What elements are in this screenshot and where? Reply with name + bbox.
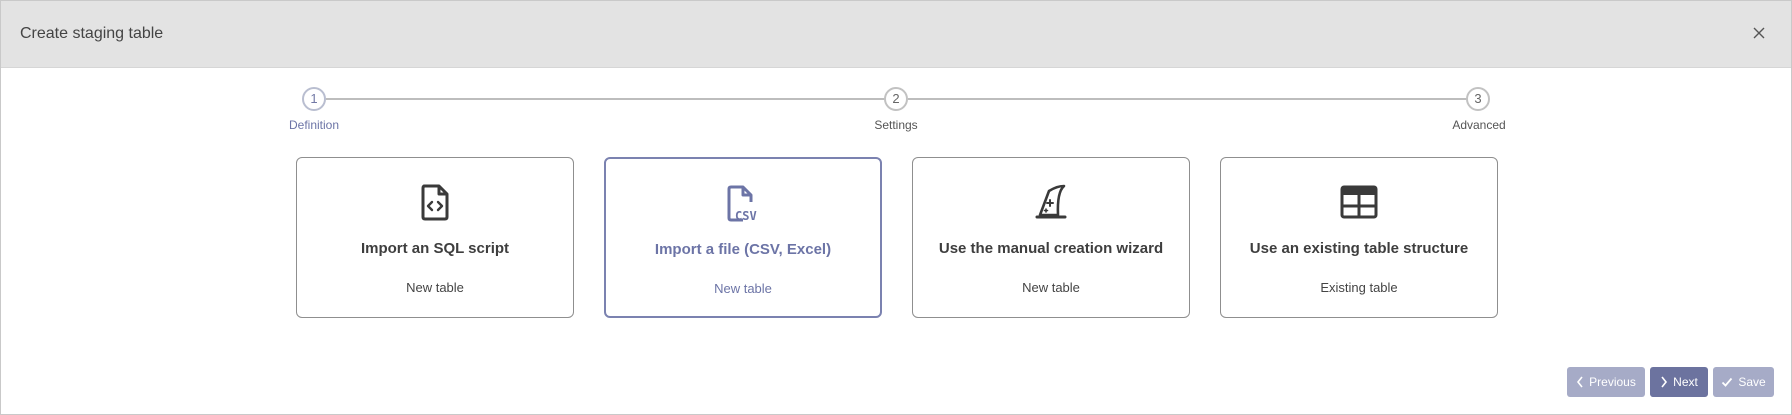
option-subtitle: New table xyxy=(406,280,464,295)
stepper: 1 Definition 2 Settings 3 Advanced xyxy=(1,86,1791,136)
option-title: Import a file (CSV, Excel) xyxy=(654,241,832,258)
close-icon[interactable] xyxy=(1749,23,1769,43)
chevron-left-icon xyxy=(1577,376,1583,388)
previous-button-label: Previous xyxy=(1589,375,1636,389)
dialog-title: Create staging table xyxy=(20,25,164,42)
step-1-circle[interactable]: 1 xyxy=(302,87,326,111)
option-subtitle: Existing table xyxy=(1320,280,1398,295)
option-title: Use an existing table structure xyxy=(1249,240,1469,257)
option-existing-table-structure[interactable]: Use an existing table structure Existing… xyxy=(1220,157,1498,318)
option-title: Use the manual creation wizard xyxy=(938,240,1164,257)
step-3-circle[interactable]: 3 xyxy=(1466,87,1490,111)
next-button-label: Next xyxy=(1673,375,1698,389)
step-2-label: Settings xyxy=(874,118,918,132)
previous-button[interactable]: Previous xyxy=(1567,367,1645,397)
svg-text:CSV: CSV xyxy=(735,209,757,223)
step-2-circle[interactable]: 2 xyxy=(884,87,908,111)
csv-file-icon: CSV xyxy=(723,183,763,223)
step-1-label: Definition xyxy=(288,118,340,132)
option-manual-creation-wizard[interactable]: Use the manual creation wizard New table xyxy=(912,157,1190,318)
step-connector xyxy=(908,98,1467,100)
file-code-icon xyxy=(415,182,455,222)
option-title: Import an SQL script xyxy=(360,240,510,257)
table-icon xyxy=(1339,182,1379,222)
save-button[interactable]: Save xyxy=(1713,367,1774,397)
option-import-sql-script[interactable]: Import an SQL script New table xyxy=(296,157,574,318)
chevron-right-icon xyxy=(1661,376,1668,388)
step-connector xyxy=(326,98,885,100)
save-button-label: Save xyxy=(1738,375,1766,389)
option-import-file[interactable]: CSV Import a file (CSV, Excel) New table xyxy=(604,157,882,318)
create-staging-table-dialog: Create staging table 1 Definition 2 Sett… xyxy=(0,0,1792,415)
wizard-hat-icon xyxy=(1031,182,1071,222)
check-icon xyxy=(1722,377,1733,387)
next-button[interactable]: Next xyxy=(1650,367,1708,397)
dialog-header: Create staging table xyxy=(1,1,1791,68)
step-3-label: Advanced xyxy=(1452,118,1506,132)
option-subtitle: New table xyxy=(1022,280,1080,295)
option-subtitle: New table xyxy=(714,281,772,296)
